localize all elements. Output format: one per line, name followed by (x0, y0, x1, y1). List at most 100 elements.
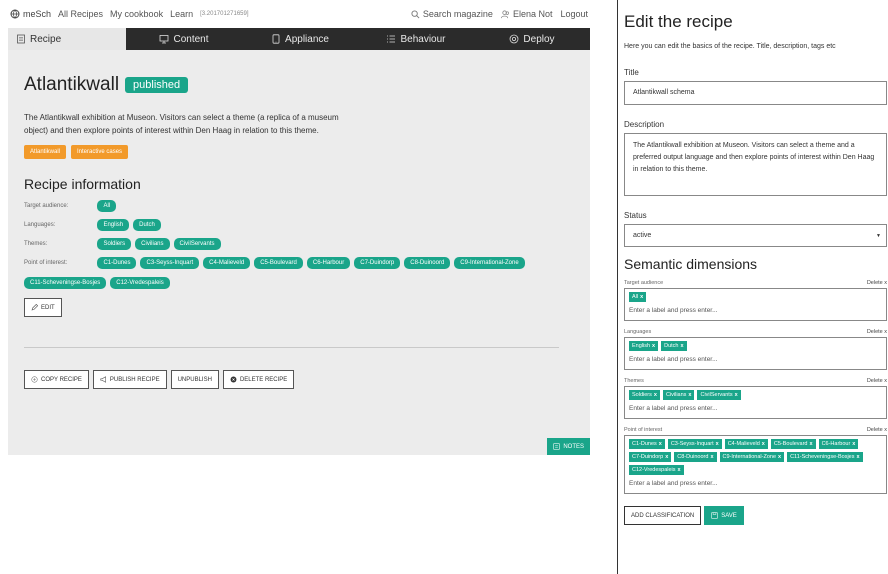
dimension-name: Languages (624, 329, 652, 335)
chip-poi: C3-Seyss-Inquart (140, 257, 200, 269)
dimension-tag: C8-Duinoord x (674, 452, 717, 462)
chip-civilians: Civilians (135, 238, 170, 250)
remove-tag-icon[interactable]: x (659, 441, 662, 447)
recipe-info: Target audience: All Languages: English … (24, 200, 574, 289)
recipe-actions: COPY RECIPE PUBLISH RECIPE UNPUBLISH DEL… (24, 370, 574, 389)
tag-label: C8-Duinoord (677, 454, 709, 460)
delete-dimension-button[interactable]: Delete x (867, 427, 887, 433)
remove-tag-icon[interactable]: x (710, 454, 713, 460)
delete-dimension-button[interactable]: Delete x (867, 329, 887, 335)
nav-my-cookbook[interactable]: My cookbook (110, 9, 163, 19)
build-version: [3.201701271659] (200, 11, 249, 17)
chip-poi: C11-Scheveningse-Bosjes (24, 277, 107, 289)
user-menu[interactable]: Elena Not (501, 9, 552, 19)
info-label: Languages: (24, 222, 56, 228)
remove-tag-icon[interactable]: x (640, 294, 643, 300)
dimension-tag: English x (629, 341, 659, 351)
tag-label: All (632, 294, 639, 300)
chip-english: English (97, 219, 130, 231)
unpublish-button[interactable]: UNPUBLISH (170, 370, 219, 389)
tab-content[interactable]: Content (126, 28, 242, 50)
edit-button[interactable]: EDIT (24, 298, 62, 317)
edit-label: EDIT (41, 304, 55, 311)
remove-tag-icon[interactable]: x (735, 392, 738, 398)
save-label: SAVE (721, 512, 737, 519)
info-poi: Point of interest: C1-Dunes C3-Seyss-Inq… (24, 257, 574, 274)
copy-label: COPY RECIPE (41, 376, 82, 383)
info-label: Point of interest: (24, 260, 68, 266)
info-languages: Languages: English Dutch (24, 219, 574, 236)
publish-recipe-button[interactable]: PUBLISH RECIPE (92, 370, 167, 389)
remove-tag-icon[interactable]: x (716, 441, 719, 447)
globe-icon (10, 9, 20, 19)
label-input[interactable]: Enter a label and press enter... (629, 302, 882, 320)
delete-label: DELETE RECIPE (239, 376, 288, 383)
title-field[interactable]: Atlantikwall schema (624, 81, 887, 105)
remove-tag-icon[interactable]: x (778, 454, 781, 460)
tag-label: C1-Dunes (632, 441, 657, 447)
remove-tag-icon[interactable]: x (688, 392, 691, 398)
dimension-languages: Languages Delete x English x Dutch x Enter… (624, 329, 887, 370)
remove-tag-icon[interactable]: x (652, 343, 655, 349)
remove-tag-icon[interactable]: x (810, 441, 813, 447)
chip-poi: C5-Boulevard (254, 257, 303, 269)
add-classification-button[interactable]: ADD CLASSIFICATION (624, 506, 702, 525)
info-label: Target audience: (24, 203, 69, 209)
remove-tag-icon[interactable]: x (680, 343, 683, 349)
copy-icon (31, 376, 38, 383)
panel-title: Edit the recipe (624, 12, 733, 31)
recipe-app: meSch All Recipes My cookbook Learn [3.2… (8, 0, 590, 455)
chip-poi: C1-Dunes (97, 257, 137, 269)
remove-tag-icon[interactable]: x (856, 454, 859, 460)
label-input[interactable]: Enter a label and press enter... (629, 475, 882, 493)
tab-behaviour-label: Behaviour (400, 33, 446, 45)
chip-poi: C9-International-Zone (454, 257, 525, 269)
label-input[interactable]: Enter a label and press enter... (629, 351, 882, 369)
delete-dimension-button[interactable]: Delete x (867, 280, 887, 286)
dimension-target-audience: Target audience Delete x All x Enter a la… (624, 280, 887, 321)
document-icon (17, 34, 25, 44)
tab-recipe[interactable]: Recipe (8, 28, 126, 50)
tag-label: English (632, 343, 651, 349)
panel-actions: ADD CLASSIFICATION SAVE (624, 506, 888, 525)
nav-learn[interactable]: Learn (170, 9, 193, 19)
copy-recipe-button[interactable]: COPY RECIPE (24, 370, 89, 389)
status-select[interactable]: active ▼ (624, 224, 887, 247)
tag-interactive-cases[interactable]: Interactive cases (71, 145, 129, 159)
dimension-name: Target audience (624, 280, 664, 286)
tab-deploy[interactable]: Deploy (474, 28, 590, 50)
semantic-dimensions-heading: Semantic dimensions (624, 256, 758, 272)
remove-tag-icon[interactable]: x (654, 392, 657, 398)
tab-recipe-label: Recipe (30, 33, 62, 45)
label-input[interactable]: Enter a label and press enter... (629, 400, 882, 418)
remove-tag-icon[interactable]: x (762, 441, 765, 447)
dimension-tag: C11-Scheveningse-Bosjes x (787, 452, 863, 462)
delete-dimension-button[interactable]: Delete x (867, 378, 887, 384)
top-navigation: meSch All Recipes My cookbook Learn [3.2… (8, 0, 590, 28)
nav-all-recipes[interactable]: All Recipes (58, 9, 103, 19)
notes-button[interactable]: NOTES (547, 438, 590, 455)
dimension-name: Themes (624, 378, 644, 384)
tag-atlantikwall[interactable]: Atlantikwall (24, 145, 67, 159)
mesch-logo[interactable]: meSch (10, 9, 51, 19)
remove-tag-icon[interactable]: x (665, 454, 668, 460)
search-magazine-link[interactable]: Search magazine (411, 9, 493, 19)
tag-label: C7-Duindorp (632, 454, 664, 460)
dimension-point-of-interest: Point of interest Delete x C1-Dunes x C3-… (624, 427, 887, 494)
dimension-tag: C3-Seyss-Inquart x (667, 439, 722, 449)
list-icon (387, 35, 396, 43)
tab-behaviour[interactable]: Behaviour (358, 28, 474, 50)
monitor-icon (160, 35, 169, 44)
poi-overflow: C11-Scheveningse-Bosjes C12-Vredespaleis (24, 277, 504, 289)
logout-link[interactable]: Logout (560, 9, 588, 19)
save-button[interactable]: SAVE (704, 506, 744, 525)
delete-recipe-button[interactable]: DELETE RECIPE (222, 370, 295, 389)
status-badge: published (125, 77, 189, 93)
remove-tag-icon[interactable]: x (678, 467, 681, 473)
description-field[interactable]: The Atlantikwall exhibition at Museon. V… (624, 133, 887, 196)
tab-appliance[interactable]: Appliance (242, 28, 358, 50)
recipe-description: The Atlantikwall exhibition at Museon. V… (24, 113, 339, 135)
remove-tag-icon[interactable]: x (852, 441, 855, 447)
dimension-tag: C7-Duindorp x (629, 452, 672, 462)
search-icon (411, 9, 420, 18)
